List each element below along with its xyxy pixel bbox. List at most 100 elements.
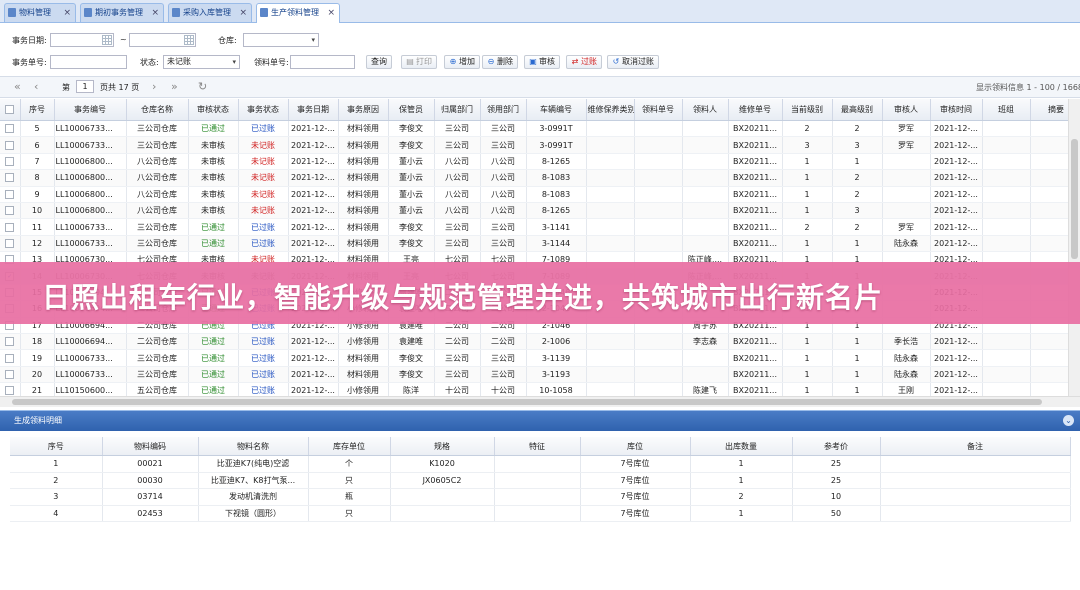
checkbox-icon[interactable] xyxy=(5,156,15,166)
checkbox-icon[interactable] xyxy=(5,386,15,396)
column-header[interactable]: 仓库名称 xyxy=(126,99,189,121)
column-header[interactable]: 审核人 xyxy=(882,99,931,121)
close-icon[interactable]: × xyxy=(151,4,159,22)
calendar-icon[interactable] xyxy=(184,35,194,45)
table-row[interactable]: 20 LL10006733... 三公司仓库 已通过 已过账 2021-12-... 材料领… xyxy=(0,366,1068,384)
page-number-input[interactable]: 1 xyxy=(76,80,94,93)
column-header[interactable]: 参考价 xyxy=(792,437,881,456)
column-header[interactable]: 归属部门 xyxy=(434,99,481,121)
column-header[interactable]: 库位 xyxy=(580,437,691,456)
checkbox-icon[interactable] xyxy=(5,140,15,150)
checkbox-icon[interactable] xyxy=(5,206,15,216)
tab-material-management[interactable]: 物料管理 × xyxy=(4,3,76,22)
column-header[interactable]: 最高级别 xyxy=(832,99,883,121)
checkbox-icon[interactable] xyxy=(5,370,15,380)
next-page-icon[interactable]: › xyxy=(152,80,156,94)
table-row[interactable]: 8 LL10006800... 八公司仓库 未审核 未记账 2021-12-... 材料领用… xyxy=(0,169,1068,187)
add-button[interactable]: ⊕ 增加 xyxy=(444,55,480,69)
delete-button[interactable]: ⊖ 删除 xyxy=(482,55,518,69)
checkbox-icon[interactable] xyxy=(5,353,15,363)
row-checkbox[interactable] xyxy=(0,333,21,351)
vertical-scrollbar[interactable] xyxy=(1068,99,1080,396)
column-header[interactable]: 出库数量 xyxy=(690,437,793,456)
column-header[interactable]: 事务编号 xyxy=(54,99,127,121)
row-checkbox[interactable] xyxy=(0,235,21,253)
refresh-icon[interactable]: ↻ xyxy=(198,80,207,94)
table-row[interactable]: 4 02453 下视镜（圆形）只 7号库位 1 50 xyxy=(10,505,1071,523)
table-row[interactable]: 5 LL10006733... 三公司仓库 已通过 已过账 2021-12-... 材料领用… xyxy=(0,120,1068,138)
calendar-icon[interactable] xyxy=(102,35,112,45)
table-row[interactable]: 19 LL10006733... 三公司仓库 已通过 已过账 2021-12-... 材料领… xyxy=(0,349,1068,367)
column-header[interactable]: 事务状态 xyxy=(238,99,289,121)
column-header[interactable]: 事务日期 xyxy=(288,99,339,121)
column-header[interactable]: 规格 xyxy=(390,437,495,456)
column-header[interactable]: 班组 xyxy=(982,99,1031,121)
checkbox-icon[interactable] xyxy=(5,173,15,183)
status-select[interactable]: 未记账 ▾ xyxy=(163,55,240,69)
tab-initial-transactions[interactable]: 期初事务管理 × xyxy=(80,3,164,22)
table-row[interactable]: 1 00021 比亚迪K7(纯电)空滤个 K1020 7号库位 1 25 xyxy=(10,455,1071,473)
print-button[interactable]: ▤ 打印 xyxy=(401,55,437,69)
column-header[interactable]: 摘要 xyxy=(1030,99,1068,121)
select-all-checkbox[interactable] xyxy=(0,99,21,121)
column-header[interactable]: 库存单位 xyxy=(308,437,391,456)
query-button[interactable]: 查询 xyxy=(366,55,392,69)
column-header[interactable]: 物料编码 xyxy=(102,437,199,456)
scroll-thumb[interactable] xyxy=(12,399,1042,405)
cancel-post-button[interactable]: ↺ 取消过账 xyxy=(607,55,659,69)
checkbox-icon[interactable] xyxy=(5,189,15,199)
column-header[interactable]: 领料人 xyxy=(682,99,729,121)
warehouse-select[interactable]: ▾ xyxy=(243,33,319,47)
row-checkbox[interactable] xyxy=(0,136,21,154)
column-header[interactable]: 序号 xyxy=(20,99,55,121)
column-header[interactable]: 特征 xyxy=(494,437,581,456)
table-row[interactable]: 11 LL10006733... 三公司仓库 已通过 已过账 2021-12-... 材料领… xyxy=(0,218,1068,236)
column-header[interactable]: 维修保养类别 xyxy=(586,99,635,121)
row-checkbox[interactable] xyxy=(0,366,21,384)
column-header[interactable]: 车辆编号 xyxy=(526,99,587,121)
row-checkbox[interactable] xyxy=(0,186,21,203)
checkbox-icon[interactable] xyxy=(5,238,15,248)
table-row[interactable]: 2 00030 比亚迪K7、K8打气泵... 只 JX0605C2 7号库位 1 25 xyxy=(10,472,1071,490)
horizontal-scrollbar[interactable] xyxy=(0,396,1080,407)
checkbox-icon[interactable] xyxy=(5,124,15,134)
column-header[interactable]: 领用部门 xyxy=(480,99,527,121)
end-date-field[interactable] xyxy=(129,33,196,47)
prev-page-icon[interactable]: ‹ xyxy=(34,80,38,94)
column-header[interactable]: 领料单号 xyxy=(634,99,683,121)
row-checkbox[interactable] xyxy=(0,382,21,396)
row-checkbox[interactable] xyxy=(0,120,21,138)
column-header[interactable]: 保管员 xyxy=(388,99,435,121)
checkbox-icon[interactable] xyxy=(5,222,15,232)
table-row[interactable]: 9 LL10006800... 八公司仓库 未审核 未记账 2021-12-... 材料领用… xyxy=(0,186,1068,203)
table-row[interactable]: 3 03714 发动机清洗剂瓶 7号库位 2 10 xyxy=(10,488,1071,506)
start-date-field[interactable] xyxy=(50,33,114,47)
column-header[interactable]: 审核时间 xyxy=(930,99,983,121)
close-icon[interactable]: × xyxy=(327,4,335,22)
audit-button[interactable]: ▣ 审核 xyxy=(524,55,560,69)
column-header[interactable]: 物料名称 xyxy=(198,437,309,456)
table-row[interactable]: 18 LL10006694... 二公司仓库 已通过 已过账 2021-12-... 小修领… xyxy=(0,333,1068,351)
column-header[interactable]: 当前级别 xyxy=(782,99,833,121)
material-docno-input[interactable] xyxy=(290,55,355,69)
column-header[interactable]: 序号 xyxy=(10,437,103,456)
column-header[interactable]: 事务原因 xyxy=(338,99,389,121)
checkbox-icon[interactable] xyxy=(5,337,15,347)
column-header[interactable]: 维修单号 xyxy=(728,99,783,121)
collapse-icon[interactable]: ⌄ xyxy=(1063,415,1074,426)
docno-input[interactable] xyxy=(50,55,127,69)
tab-production-material[interactable]: 生产领料管理 × xyxy=(256,3,340,23)
close-icon[interactable]: × xyxy=(63,4,71,22)
last-page-icon[interactable]: » xyxy=(171,80,178,94)
row-checkbox[interactable] xyxy=(0,169,21,187)
scroll-thumb[interactable] xyxy=(1071,139,1078,259)
table-row[interactable]: 6 LL10006733... 三公司仓库 未审核 未记账 2021-12-... 材料领用… xyxy=(0,136,1068,154)
tab-purchase-inbound[interactable]: 采购入库管理 × xyxy=(168,3,252,22)
column-header[interactable]: 备注 xyxy=(880,437,1071,456)
row-checkbox[interactable] xyxy=(0,349,21,367)
table-row[interactable]: 7 LL10006800... 八公司仓库 未审核 未记账 2021-12-... 材料领用… xyxy=(0,153,1068,171)
table-row[interactable]: 10 LL10006800... 八公司仓库 未审核 未记账 2021-12-... 材料领… xyxy=(0,202,1068,220)
checkbox-icon[interactable] xyxy=(5,105,15,114)
row-checkbox[interactable] xyxy=(0,218,21,236)
row-checkbox[interactable] xyxy=(0,153,21,171)
